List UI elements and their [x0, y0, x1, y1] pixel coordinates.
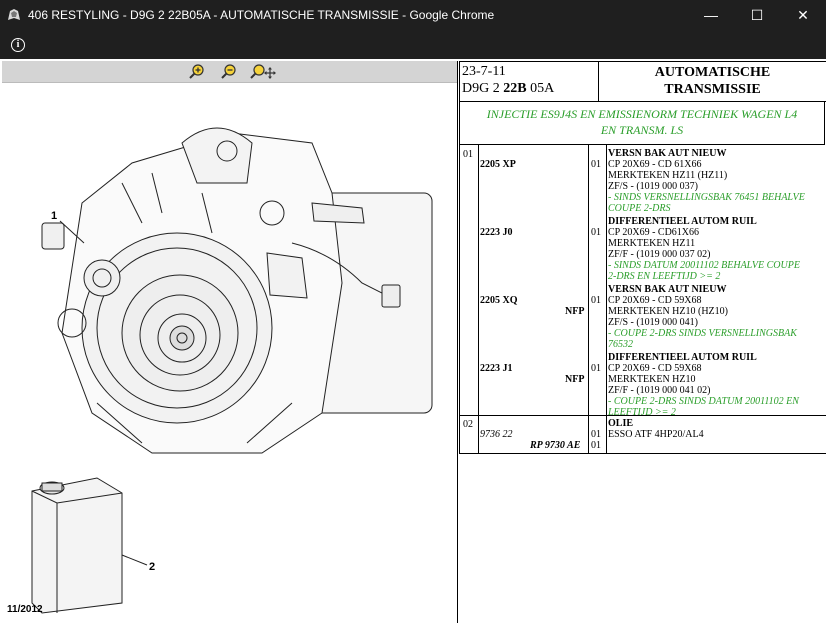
part-number[interactable]: 9736 22 — [480, 429, 513, 440]
part-desc-line: ESSO ATF 4HP20/AL4 — [608, 429, 704, 440]
part-qty: 01 — [591, 159, 601, 170]
window-titlebar: 406 RESTYLING - D9G 2 22B05A - AUTOMATIS… — [0, 0, 826, 31]
item-ref: 02 — [463, 419, 473, 430]
part-desc-line: ZF/F - (1019 000 037 02) — [608, 249, 711, 260]
address-bar: i — [0, 31, 826, 59]
sheet-date: 23-7-11 — [462, 64, 506, 79]
part-note-line: - COUPE 2-DRS SINDS DATUM 20011102 EN — [608, 396, 799, 407]
item-ref: 01 — [463, 149, 473, 160]
part-number[interactable]: 2223 J1 — [480, 363, 513, 374]
zoom-in-icon[interactable] — [188, 64, 206, 80]
part-desc-line: MERKTEKEN HZ10 — [608, 374, 696, 385]
diagram-date-stamp: 11/2012 — [7, 604, 43, 615]
page-content: 1 2 11/2012 23-7-11 D9G 2 22B 05A AUTOMA… — [0, 59, 826, 623]
part-qty: 01 — [591, 363, 601, 374]
part-note-line: 2-DRS EN LEEFTIJD >= 2 — [608, 271, 721, 282]
part-note-line: - SINDS VERSNELLINGSBAK 76451 BEHALVE — [608, 192, 805, 203]
part-desc-line: CP 20X69 - CD61X66 — [608, 227, 700, 238]
part-note-line: - COUPE 2-DRS SINDS VERSNELLINGSBAK — [608, 328, 797, 339]
part-qty: 01 — [591, 429, 601, 440]
parts-sheet: 23-7-11 D9G 2 22B 05A AUTOMATISCHE TRANS… — [459, 61, 826, 623]
part-name: DIFFERENTIEEL AUTOM RUIL — [608, 216, 757, 227]
callout-2: 2 — [149, 561, 155, 573]
sheet-title: AUTOMATISCHE TRANSMISSIE — [654, 65, 771, 97]
part-number[interactable]: 2205 XQ — [480, 295, 518, 306]
part-number[interactable]: 2223 J0 — [480, 227, 513, 238]
maximize-button[interactable]: ☐ — [734, 0, 780, 31]
part-desc-line: CP 20X69 - CD 61X66 — [608, 159, 702, 170]
part-note-line: 76532 — [608, 339, 633, 350]
nfp-label: NFP — [565, 306, 585, 317]
info-icon[interactable]: i — [11, 38, 25, 52]
callout-1: 1 — [51, 210, 57, 222]
sheet-code: D9G 2 22B 05A — [462, 81, 555, 96]
part-name: VERSN BAK AUT NIEUW — [608, 284, 727, 295]
transmission-drawing — [41, 127, 433, 454]
rp-number[interactable]: RP 9730 AE — [530, 440, 580, 451]
sheet-header: 23-7-11 D9G 2 22B 05A AUTOMATISCHE TRANS… — [459, 61, 826, 102]
parts-table: 01 2205 XP 01 VERSN BAK AUT NIEUW CP 20X… — [459, 145, 826, 418]
part-qty: 01 — [591, 440, 601, 451]
part-desc-line: CP 20X69 - CD 59X68 — [608, 363, 702, 374]
nfp-label: NFP — [565, 374, 585, 385]
part-desc-line: ZF/F - (1019 000 041 02) — [608, 385, 711, 396]
part-note-line: COUPE 2-DRS — [608, 203, 671, 214]
close-button[interactable]: ✕ — [780, 0, 826, 31]
zoom-out-icon[interactable] — [220, 64, 238, 80]
part-name: OLIE — [608, 418, 634, 429]
part-note-line: - SINDS DATUM 20011102 BEHALVE COUPE — [608, 260, 800, 271]
part-desc-line: MERKTEKEN HZ11 — [608, 238, 696, 249]
part-qty: 01 — [591, 227, 601, 238]
part-number[interactable]: 2205 XP — [480, 159, 516, 170]
oil-can-drawing — [31, 477, 123, 614]
part-qty: 01 — [591, 295, 601, 306]
part-desc-line: ZF/S - (1019 000 041) — [608, 317, 698, 328]
app-icon — [8, 9, 20, 20]
part-desc-line: CP 20X69 - CD 59X68 — [608, 295, 702, 306]
part-desc-line: MERKTEKEN HZ11 (HZ11) — [608, 170, 728, 181]
part-desc-line: ZF/S - (1019 000 037) — [608, 181, 698, 192]
exploded-parts-diagram: 1 2 — [31, 127, 433, 614]
window-title: 406 RESTYLING - D9G 2 22B05A - AUTOMATIS… — [28, 8, 495, 22]
zoom-pan-icon[interactable] — [250, 64, 276, 80]
viewer-toolbar — [2, 61, 457, 83]
diagram-pane: 1 2 11/2012 — [2, 61, 458, 623]
part-name: DIFFERENTIEEL AUTOM RUIL — [608, 352, 757, 363]
sheet-note: INJECTIE ES9J4S EN EMISSIENORM TECHNIEK … — [459, 101, 825, 145]
minimize-button[interactable]: — — [688, 0, 734, 31]
part-desc-line: MERKTEKEN HZ10 (HZ10) — [608, 306, 728, 317]
oil-table: 02 9736 22 RP 9730 AE 01 01 OLIE ESSO AT… — [459, 415, 826, 454]
callout-leader-2 — [121, 554, 148, 566]
part-name: VERSN BAK AUT NIEUW — [608, 148, 727, 159]
